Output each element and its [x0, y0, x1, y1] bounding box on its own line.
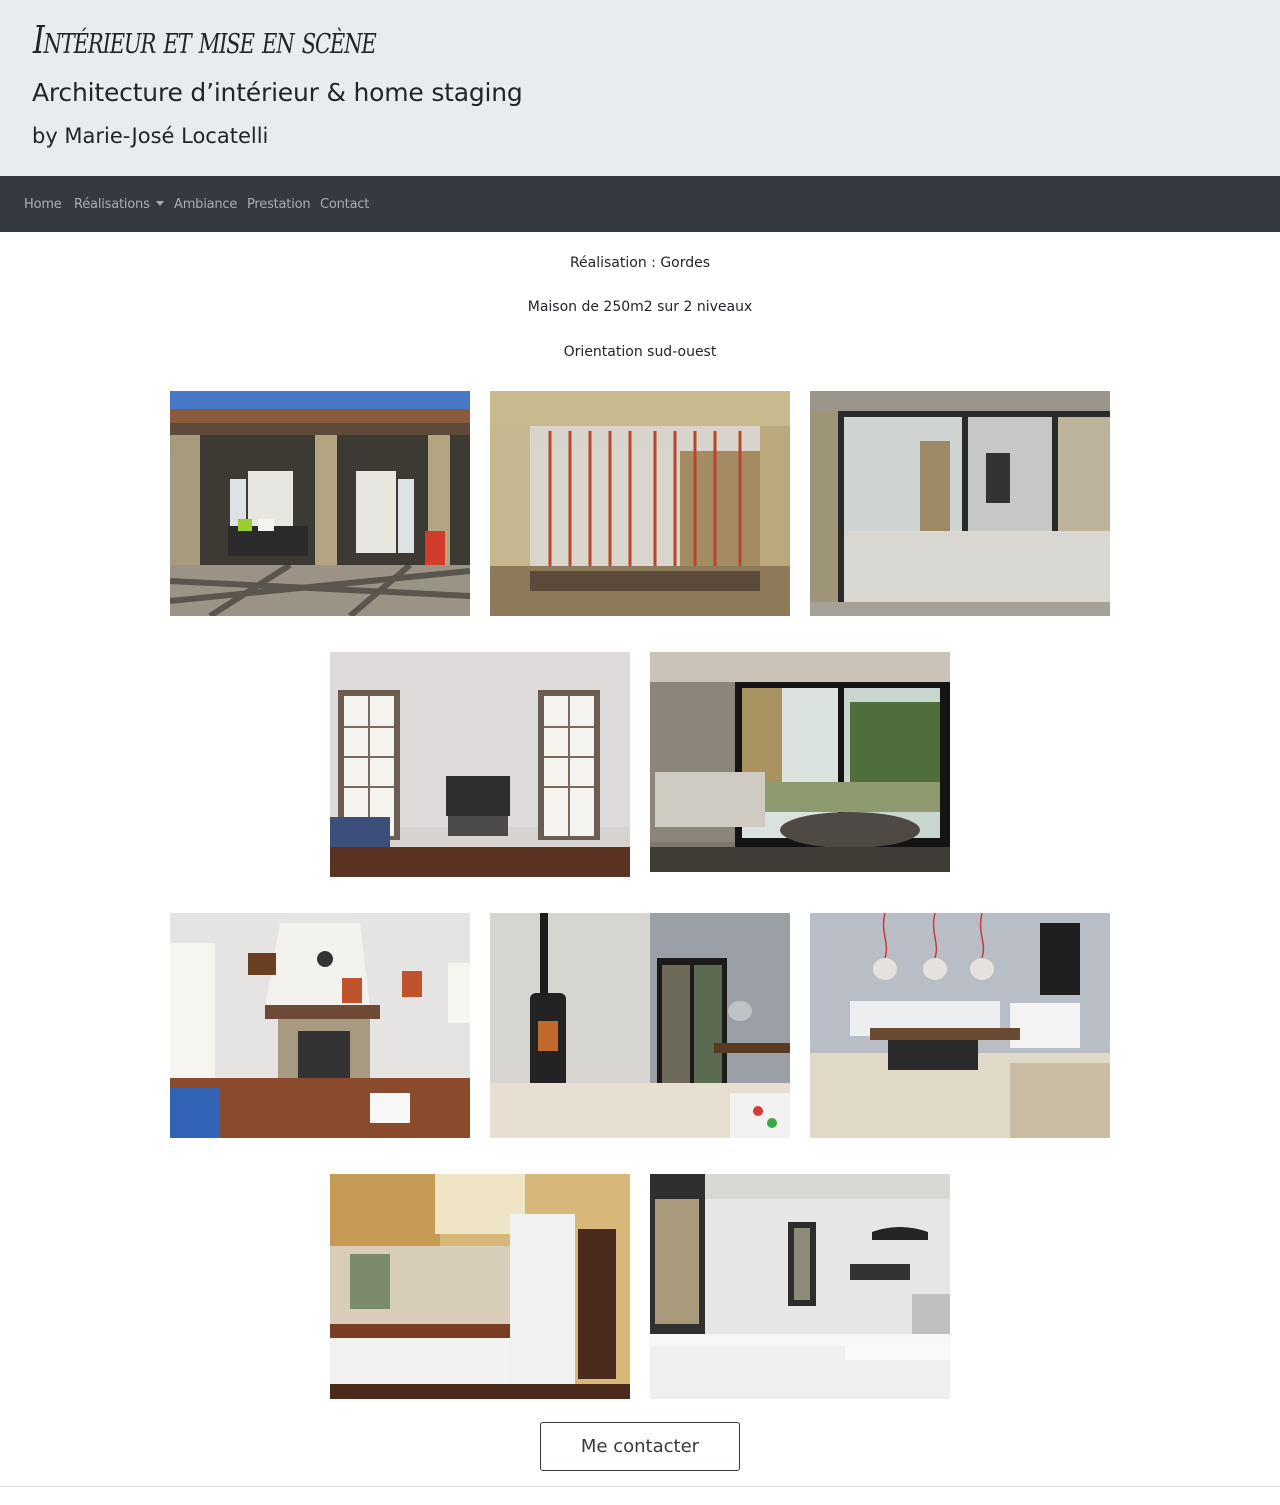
nav-home[interactable]: Home	[24, 197, 62, 212]
nav-contact[interactable]: Contact	[320, 197, 369, 212]
terrace-photo-image	[170, 391, 470, 616]
photo-dining-room-after[interactable]	[810, 913, 1110, 1138]
kitchen-before-photo-image	[330, 1174, 630, 1399]
photo-living-room-before[interactable]	[330, 652, 630, 877]
fireplace-photo-image	[170, 913, 470, 1138]
site-subtitle: Architecture d’intérieur & home staging	[32, 78, 523, 107]
photo-fireplace-before[interactable]	[170, 913, 470, 1138]
wood-stove-photo-image	[490, 913, 790, 1138]
project-orientation: Orientation sud-ouest	[563, 344, 717, 360]
living-after-photo-image	[650, 652, 950, 872]
photo-terrace-construction[interactable]	[490, 391, 790, 616]
site-title: Intérieur et mise en scène	[33, 18, 377, 62]
footer-divider	[0, 1486, 1280, 1487]
photo-living-room-after[interactable]	[650, 652, 950, 872]
kitchen-after-photo-image	[650, 1174, 950, 1399]
project-description: Maison de 250m2 sur 2 niveaux	[527, 299, 753, 315]
living-before-photo-image	[330, 652, 630, 877]
construction-photo-image	[490, 391, 790, 616]
site-byline: by Marie-José Locatelli	[32, 124, 269, 148]
photo-terrace-glass-doors[interactable]	[810, 391, 1110, 616]
photo-kitchen-before[interactable]	[330, 1174, 630, 1399]
photo-kitchen-after[interactable]	[650, 1174, 950, 1399]
glass-doors-photo-image	[810, 391, 1110, 616]
photo-wood-stove-after[interactable]	[490, 913, 790, 1138]
chevron-down-icon	[155, 201, 164, 206]
contact-button[interactable]: Me contacter	[540, 1422, 740, 1471]
photo-terrace-before[interactable]	[170, 391, 470, 616]
nav-realisations-dropdown[interactable]: Réalisations	[74, 197, 164, 212]
project-title: Réalisation : Gordes	[569, 255, 711, 271]
nav-prestation[interactable]: Prestation	[247, 197, 311, 212]
site-header: Intérieur et mise en scène Architecture …	[0, 0, 1280, 176]
dining-room-photo-image	[810, 913, 1110, 1138]
main-navbar: Home Réalisations Ambiance Prestation Co…	[0, 176, 1280, 232]
nav-realisations-label: Réalisations	[74, 197, 150, 212]
nav-ambiance[interactable]: Ambiance	[174, 197, 237, 212]
